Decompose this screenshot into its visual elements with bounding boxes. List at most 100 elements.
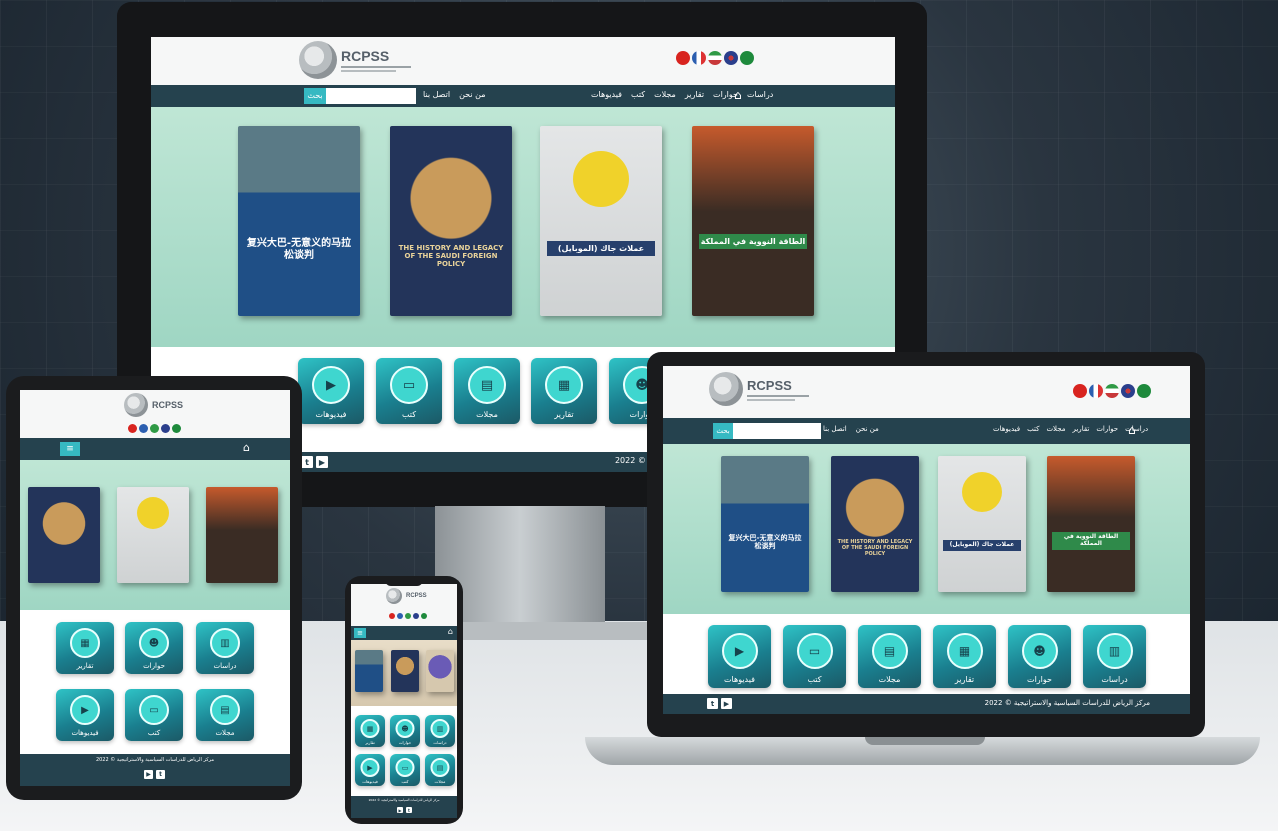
tile-report[interactable]: ▦ تقارير (531, 358, 597, 424)
tile-video[interactable]: ▶ فيديوهات (56, 689, 114, 741)
uk-flag[interactable] (1121, 384, 1135, 398)
twitter-icon[interactable]: t (707, 698, 718, 709)
book-icon: ▭ (395, 758, 415, 777)
about-link[interactable]: من نحن (856, 425, 879, 433)
home-icon[interactable]: ⌂ (448, 627, 453, 636)
twitter-icon[interactable]: t (301, 456, 313, 468)
tile-study[interactable]: ▥ دراسات (425, 715, 455, 747)
menu-toggle-icon[interactable]: ≡ (354, 628, 366, 638)
tile-dialogue[interactable]: ☻ حوارات (125, 622, 183, 674)
book-cover-1[interactable] (355, 650, 383, 692)
saudi-flag[interactable] (421, 613, 427, 619)
tile-book[interactable]: ▭ كتب (376, 358, 442, 424)
tile-magazine[interactable]: ▤ مجلات (454, 358, 520, 424)
nav-item-videos[interactable]: فيديوهات (591, 90, 622, 99)
nav-item-videos[interactable]: فيديوهات (993, 425, 1020, 433)
book-cover-4[interactable]: الطاقة النووية في المملكة (692, 126, 814, 316)
book-cover-4[interactable]: الطاقة النووية في المملكة (1047, 456, 1135, 592)
video-icon: ▶ (360, 758, 380, 777)
home-icon[interactable]: ⌂ (1128, 423, 1136, 437)
menu-toggle-icon[interactable]: ≡ (60, 442, 80, 456)
nav-item-books[interactable]: كتب (1027, 425, 1039, 433)
tile-magazine[interactable]: ▤ مجلات (196, 689, 254, 741)
france-flag[interactable] (139, 424, 148, 433)
france-flag[interactable] (692, 51, 706, 65)
tile-book[interactable]: ▭ كتب (390, 754, 420, 786)
tile-report[interactable]: ▦ تقارير (355, 715, 385, 747)
language-flags[interactable] (128, 424, 181, 433)
search-button[interactable]: بحث (304, 88, 326, 104)
youtube-icon[interactable]: ▶ (721, 698, 732, 709)
home-icon[interactable]: ⌂ (243, 441, 250, 454)
nav-item-dialogues[interactable]: حوارات (1096, 425, 1118, 433)
tile-book[interactable]: ▭ كتب (783, 625, 846, 688)
china-flag[interactable] (389, 613, 395, 619)
book-cover-5[interactable] (426, 650, 454, 692)
youtube-icon[interactable]: ▶ (316, 456, 328, 468)
book-cover-2[interactable] (28, 487, 100, 583)
language-flags[interactable] (389, 613, 427, 619)
dialogue-icon: ☻ (1021, 633, 1058, 669)
tile-video[interactable]: ▶ فيديوهات (708, 625, 771, 688)
youtube-icon[interactable]: ▶ (397, 807, 403, 813)
uk-flag[interactable] (413, 613, 419, 619)
about-link[interactable]: من نحن (459, 90, 485, 99)
tile-report[interactable]: ▦ تقارير (56, 622, 114, 674)
book-cover-3[interactable]: عملات جاك (الموبايل) (540, 126, 662, 316)
china-flag[interactable] (128, 424, 137, 433)
nav-item-reports[interactable]: تقارير (685, 90, 704, 99)
site-logo[interactable]: RCPSS (709, 372, 809, 406)
iran-flag[interactable] (150, 424, 159, 433)
youtube-icon[interactable]: ▶ (144, 770, 153, 779)
saudi-flag[interactable] (172, 424, 181, 433)
nav-item-reports[interactable]: تقارير (1073, 425, 1090, 433)
book-cover-2[interactable]: THE HISTORY AND LEGACY OF THE SAUDI FORE… (831, 456, 919, 592)
tile-study[interactable]: ▥ دراسات (1083, 625, 1146, 688)
book-cover-3[interactable]: عملات جاك (الموبايل) (938, 456, 1026, 592)
site-logo[interactable]: RCPSS (386, 588, 427, 604)
china-flag[interactable] (676, 51, 690, 65)
tile-dialogue[interactable]: ☻ حوارات (390, 715, 420, 747)
france-flag[interactable] (397, 613, 403, 619)
language-flags[interactable] (676, 51, 754, 65)
tile-magazine[interactable]: ▤ مجلات (425, 754, 455, 786)
contact-link[interactable]: اتصل بنا (423, 90, 450, 99)
home-icon[interactable]: ⌂ (734, 88, 742, 102)
iran-flag[interactable] (405, 613, 411, 619)
report-icon: ▦ (70, 628, 100, 658)
twitter-icon[interactable]: t (406, 807, 412, 813)
search-input[interactable] (733, 423, 821, 439)
book-cover-1[interactable]: 复兴大巴-无意义的马拉松谈判 (238, 126, 360, 316)
site-logo[interactable]: RCPSS (299, 41, 411, 79)
nav-item-studies[interactable]: دراسات (747, 90, 773, 99)
nav-item-magazines[interactable]: مجلات (1046, 425, 1065, 433)
book-cover-2[interactable]: THE HISTORY AND LEGACY OF THE SAUDI FORE… (390, 126, 512, 316)
book-cover-2[interactable] (391, 650, 419, 692)
tile-video[interactable]: ▶ فيديوهات (298, 358, 364, 424)
search-input[interactable] (326, 88, 416, 104)
saudi-flag[interactable] (740, 51, 754, 65)
tile-report[interactable]: ▦ تقارير (933, 625, 996, 688)
tile-book[interactable]: ▭ كتب (125, 689, 183, 741)
tile-video[interactable]: ▶ فيديوهات (355, 754, 385, 786)
nav-item-books[interactable]: كتب (631, 90, 645, 99)
tile-study[interactable]: ▥ دراسات (196, 622, 254, 674)
twitter-icon[interactable]: t (156, 770, 165, 779)
uk-flag[interactable] (161, 424, 170, 433)
tile-magazine[interactable]: ▤ مجلات (858, 625, 921, 688)
france-flag[interactable] (1089, 384, 1103, 398)
site-logo[interactable]: RCPSS (124, 393, 183, 417)
china-flag[interactable] (1073, 384, 1087, 398)
iran-flag[interactable] (708, 51, 722, 65)
nav-item-magazines[interactable]: مجلات (654, 90, 676, 99)
saudi-flag[interactable] (1137, 384, 1151, 398)
search-button[interactable]: بحث (713, 423, 733, 439)
language-flags[interactable] (1073, 384, 1151, 398)
tile-dialogue[interactable]: ☻ حوارات (1008, 625, 1071, 688)
iran-flag[interactable] (1105, 384, 1119, 398)
book-cover-1[interactable]: 复兴大巴-无意义的马拉松谈判 (721, 456, 809, 592)
uk-flag[interactable] (724, 51, 738, 65)
book-cover-3[interactable] (117, 487, 189, 583)
book-cover-4[interactable] (206, 487, 278, 583)
contact-link[interactable]: اتصل بنا (823, 425, 847, 433)
